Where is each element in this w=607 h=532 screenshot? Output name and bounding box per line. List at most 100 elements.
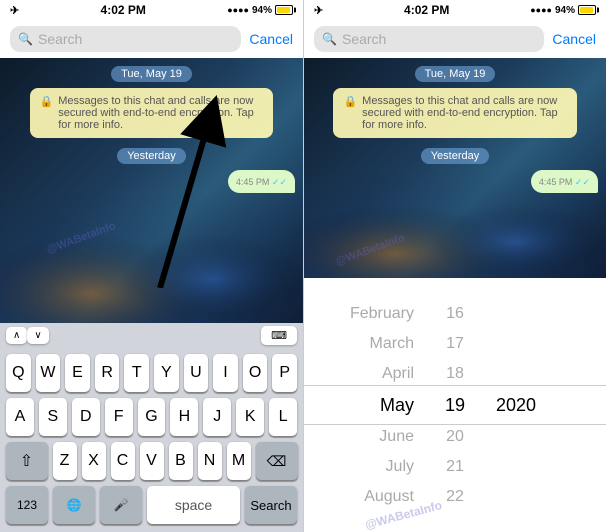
key-rows: Q W E R T Y U I O P A S D F G H J K [4, 354, 299, 524]
msg-time-right: 4:45 PM ✓✓ [539, 177, 590, 188]
shift-key[interactable]: ⇧ [6, 442, 48, 480]
key-row-3: ⇧ Z X C V B N M ⌫ [6, 442, 297, 480]
key-v[interactable]: V [140, 442, 164, 480]
search-icon-left: 🔍 [18, 32, 33, 46]
key-i[interactable]: I [213, 354, 238, 392]
key-n[interactable]: N [198, 442, 222, 480]
chevron-down-button[interactable]: ∨ [27, 327, 48, 344]
picker-row-4[interactable]: June20 [304, 422, 606, 452]
date-badge-right: Tue, May 19 [415, 66, 496, 82]
battery-icon-left [275, 5, 293, 15]
key-l[interactable]: L [269, 398, 297, 436]
search-input-left[interactable]: 🔍 Search [10, 26, 241, 52]
key-e[interactable]: E [65, 354, 90, 392]
key-x[interactable]: X [82, 442, 106, 480]
key-s[interactable]: S [39, 398, 67, 436]
key-y[interactable]: Y [154, 354, 179, 392]
signal-icon-left: ●●●● [227, 5, 249, 15]
key-g[interactable]: G [138, 398, 166, 436]
keyboard-toolbar: ∧ ∨ ⌨ [0, 323, 303, 348]
picker-day-2: 18 [430, 365, 480, 383]
picker-year-5 [480, 458, 606, 476]
key-h[interactable]: H [170, 398, 198, 436]
search-key[interactable]: Search [245, 486, 297, 524]
chevron-up-button[interactable]: ∧ [6, 327, 27, 344]
picker-year-3: 2020 [480, 395, 606, 416]
outgoing-msg-left: 4:45 PM ✓✓ [228, 170, 295, 193]
picker-year-2 [480, 365, 606, 383]
mic-key[interactable]: 🎤 [100, 486, 142, 524]
read-ticks-left: ✓✓ [272, 177, 287, 187]
cancel-button-right[interactable]: Cancel [552, 31, 596, 47]
key-b[interactable]: B [169, 442, 193, 480]
right-panel: ✈ 4:02 PM ●●●● 94% 🔍 Search Cancel [303, 0, 606, 532]
key-u[interactable]: U [184, 354, 209, 392]
status-bar-right: ✈ 4:02 PM ●●●● 94% [304, 0, 606, 20]
key-t[interactable]: T [124, 354, 149, 392]
key-j[interactable]: J [203, 398, 231, 436]
picker-day-6: 22 [430, 488, 480, 506]
picker-month-6: August [304, 488, 430, 506]
picker-scroll: February16March17April18May192020June20J… [304, 299, 606, 512]
battery-pct-right: 94% [555, 5, 575, 16]
picker-day-0: 16 [430, 305, 480, 323]
chat-bg-right: Tue, May 19 🔒 Messages to this chat and … [304, 58, 606, 278]
key-w[interactable]: W [36, 354, 61, 392]
search-placeholder-left: Search [38, 31, 82, 47]
picker-row-3[interactable]: May192020 [304, 389, 606, 422]
picker-year-6 [480, 488, 606, 506]
key-r[interactable]: R [95, 354, 120, 392]
picker-day-4: 20 [430, 428, 480, 446]
picker-year-0 [480, 305, 606, 323]
key-c[interactable]: C [111, 442, 135, 480]
key-k[interactable]: K [236, 398, 264, 436]
msg-time-left: 4:45 PM ✓✓ [236, 177, 287, 188]
time-right: 4:02 PM [404, 3, 449, 17]
date-picker[interactable]: February16March17April18May192020June20J… [304, 278, 606, 532]
key-m[interactable]: M [227, 442, 251, 480]
key-row-4: 123 🌐 🎤 space Search [6, 486, 297, 524]
picker-row-6[interactable]: August22 [304, 482, 606, 512]
status-bar-left: ✈ 4:02 PM ●●●● 94% [0, 0, 303, 20]
key-row-1: Q W E R T Y U I O P [6, 354, 297, 392]
key-q[interactable]: Q [6, 354, 31, 392]
key-f[interactable]: F [105, 398, 133, 436]
picker-row-5[interactable]: July21 [304, 452, 606, 482]
lock-icon-left: 🔒 [40, 95, 54, 108]
search-placeholder-right: Search [342, 31, 386, 47]
keyboard: Q W E R T Y U I O P A S D F G H J K [0, 348, 303, 532]
time-left: 4:02 PM [101, 3, 146, 17]
picker-row-1[interactable]: March17 [304, 329, 606, 359]
yesterday-badge-left: Yesterday [117, 148, 186, 164]
key-o[interactable]: O [243, 354, 268, 392]
yesterday-badge-right: Yesterday [421, 148, 490, 164]
delete-key[interactable]: ⌫ [256, 442, 298, 480]
search-bar-right: 🔍 Search Cancel [304, 20, 606, 58]
keyboard-toggle-button[interactable]: ⌨ [261, 326, 297, 345]
search-bar-left: 🔍 Search Cancel [0, 20, 303, 58]
battery-icon-right [578, 5, 596, 15]
cancel-button-left[interactable]: Cancel [249, 31, 293, 47]
chat-bg-left: Tue, May 19 🔒 Messages to this chat and … [0, 58, 303, 323]
key-a[interactable]: A [6, 398, 34, 436]
search-input-right[interactable]: 🔍 Search [314, 26, 544, 52]
num-key[interactable]: 123 [6, 486, 48, 524]
system-message-left: 🔒 Messages to this chat and calls are no… [30, 88, 274, 138]
space-key[interactable]: space [147, 486, 240, 524]
globe-key[interactable]: 🌐 [53, 486, 95, 524]
key-d[interactable]: D [72, 398, 100, 436]
picker-row-2[interactable]: April18 [304, 359, 606, 389]
chat-messages-right: Tue, May 19 🔒 Messages to this chat and … [304, 58, 606, 201]
lock-icon-right: 🔒 [343, 95, 357, 108]
airplane-icon-left: ✈ [10, 4, 19, 17]
key-p[interactable]: P [272, 354, 297, 392]
read-ticks-right: ✓✓ [575, 177, 590, 187]
picker-row-0[interactable]: February16 [304, 299, 606, 329]
picker-day-3: 19 [430, 395, 480, 416]
key-z[interactable]: Z [53, 442, 77, 480]
search-icon-right: 🔍 [322, 32, 337, 46]
picker-day-5: 21 [430, 458, 480, 476]
picker-day-1: 17 [430, 335, 480, 353]
date-badge-left: Tue, May 19 [111, 66, 192, 82]
airplane-icon-right: ✈ [314, 4, 323, 17]
